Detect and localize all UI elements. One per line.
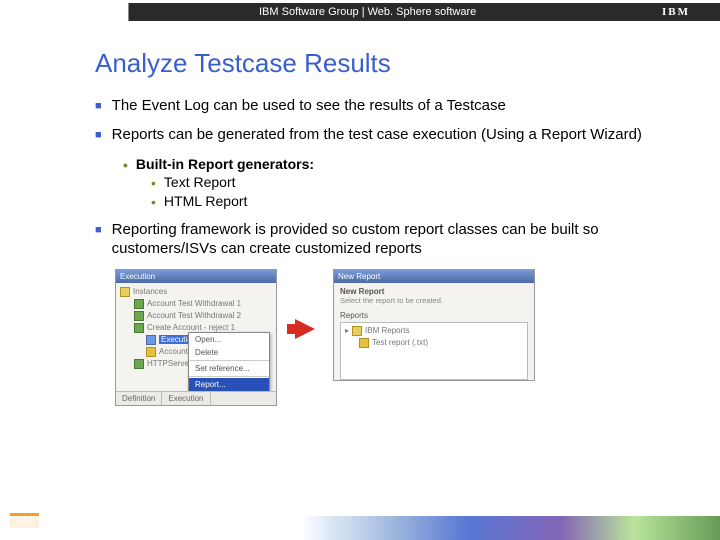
item-icon xyxy=(134,323,144,333)
square-bullet-icon: ■ xyxy=(95,100,102,116)
tree-row: Account Test Withdrawal 1 xyxy=(120,298,274,310)
tree-row: Instances xyxy=(120,286,274,298)
red-arrow-icon xyxy=(295,319,315,339)
dialog-title: New Report xyxy=(340,287,528,296)
content-area: ■ The Event Log can be used to see the r… xyxy=(95,97,690,259)
tab-definition[interactable]: Definition xyxy=(116,392,162,405)
dot-bullet-icon: • xyxy=(151,195,156,211)
tab-execution[interactable]: Execution xyxy=(162,392,210,405)
new-report-dialog: New Report New Report Select the report … xyxy=(333,269,535,381)
bullet-3-text: Reporting framework is provided so custo… xyxy=(112,221,690,259)
menu-separator xyxy=(189,360,269,361)
tree-row: ▸IBM Reports xyxy=(345,325,523,337)
menu-item-open[interactable]: Open... xyxy=(189,333,269,346)
bullet-2a1-text: Text Report xyxy=(164,173,236,192)
slide-title: Analyze Testcase Results xyxy=(95,48,720,79)
item-icon xyxy=(134,359,144,369)
menu-item-report[interactable]: Report... xyxy=(189,378,269,391)
item-icon xyxy=(134,299,144,309)
context-menu: Open... Delete Set reference... Report..… xyxy=(188,332,270,392)
dialog-subtitle: Select the report to be created. xyxy=(340,296,528,305)
panel-tabs: Definition Execution xyxy=(116,391,276,405)
reports-list: ▸IBM Reports Test report (.txt) xyxy=(340,322,528,380)
footer-decoration xyxy=(0,516,720,540)
reports-label: Reports xyxy=(340,311,528,320)
execution-panel-header: Execution xyxy=(116,270,276,283)
bullet-2a2: • HTML Report xyxy=(151,192,690,211)
dot-bullet-icon: • xyxy=(123,158,128,174)
tree-row: Account Test Withdrawal 2 xyxy=(120,310,274,322)
folder-icon xyxy=(352,326,362,336)
file-icon xyxy=(359,338,369,348)
bullet-1-text: The Event Log can be used to see the res… xyxy=(112,97,506,116)
bullet-2-text: Reports can be generated from the test c… xyxy=(112,126,642,145)
item-icon xyxy=(134,311,144,321)
header-text: IBM Software Group | Web. Sphere softwar… xyxy=(259,6,476,18)
item-icon xyxy=(146,347,156,357)
dot-bullet-icon: • xyxy=(151,176,156,192)
square-bullet-icon: ■ xyxy=(95,129,102,145)
header-bar: IBM Software Group | Web. Sphere softwar… xyxy=(128,3,720,21)
bullet-2a: • Built-in Report generators: xyxy=(123,155,690,174)
bullet-3: ■ Reporting framework is provided so cus… xyxy=(95,221,690,259)
item-icon xyxy=(146,335,156,345)
folder-icon xyxy=(120,287,130,297)
arrow-indicator xyxy=(285,319,325,339)
tree-row: Test report (.txt) xyxy=(345,337,523,349)
bullet-2a-text: Built-in Report generators: xyxy=(136,155,314,174)
menu-separator xyxy=(189,376,269,377)
new-report-dialog-header: New Report xyxy=(334,270,534,283)
bullet-1: ■ The Event Log can be used to see the r… xyxy=(95,97,690,116)
menu-item-set-reference[interactable]: Set reference... xyxy=(189,362,269,375)
bullet-2a1: • Text Report xyxy=(151,173,690,192)
execution-panel: Execution Instances Account Test Withdra… xyxy=(115,269,277,406)
bullet-2a2-text: HTML Report xyxy=(164,192,248,211)
screenshots-row: Execution Instances Account Test Withdra… xyxy=(115,269,720,406)
ibm-logo: IBM xyxy=(662,6,690,18)
bullet-2: ■ Reports can be generated from the test… xyxy=(95,126,690,145)
menu-item-delete[interactable]: Delete xyxy=(189,346,269,359)
square-bullet-icon: ■ xyxy=(95,224,102,259)
